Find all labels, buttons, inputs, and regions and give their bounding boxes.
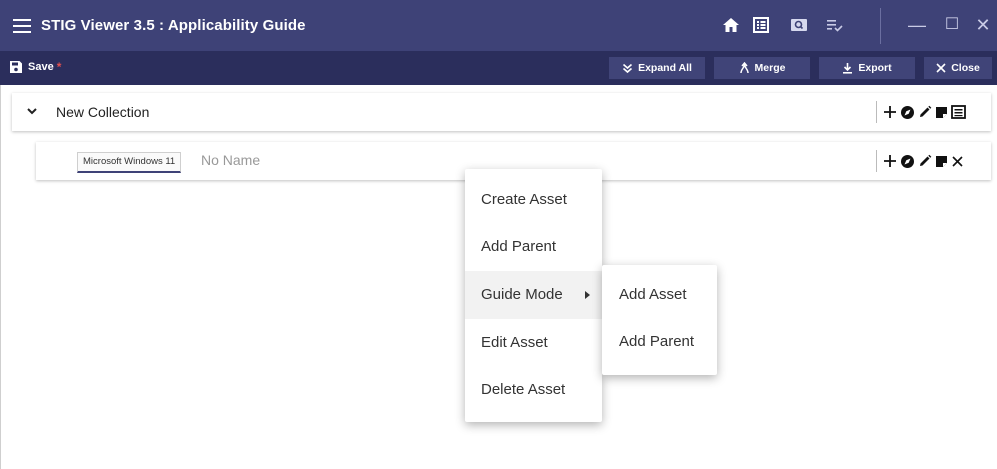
delete-x-icon[interactable] xyxy=(951,155,964,168)
collection-name: New Collection xyxy=(56,104,150,120)
close-button[interactable]: Close xyxy=(924,57,992,79)
context-menu: Create Asset Add Parent Guide Mode Edit … xyxy=(465,169,602,422)
menu-item-add-parent[interactable]: Add Parent xyxy=(465,223,602,271)
content-border xyxy=(0,85,1,469)
search-panel-icon[interactable] xyxy=(790,16,808,34)
submenu-arrow-icon xyxy=(585,291,590,299)
save-label: Save xyxy=(28,61,54,73)
sticky-note-icon[interactable] xyxy=(935,155,948,168)
minimize-button[interactable]: — xyxy=(906,14,928,36)
hamburger-menu-icon[interactable] xyxy=(13,19,31,33)
expand-all-button[interactable]: Expand All xyxy=(609,57,705,79)
sticky-note-icon[interactable] xyxy=(935,106,948,119)
window-close-button[interactable]: ✕ xyxy=(972,14,994,36)
guide-mode-submenu: Add Asset Add Parent xyxy=(602,265,717,375)
close-label: Close xyxy=(951,62,980,74)
title-separator xyxy=(880,8,881,44)
save-button[interactable]: Save * xyxy=(9,60,61,74)
toolbar: Save * Expand All Merge Export Close xyxy=(0,51,997,85)
collection-actions xyxy=(876,101,966,123)
os-chip[interactable]: Microsoft Windows 11 xyxy=(77,152,182,173)
menu-item-create-asset[interactable]: Create Asset xyxy=(465,176,602,224)
title-bar: STIG Viewer 3.5 : Applicability Guide — … xyxy=(0,0,997,51)
close-icon xyxy=(936,63,946,73)
menu-item-guide-mode[interactable]: Guide Mode xyxy=(465,271,602,319)
export-button[interactable]: Export xyxy=(819,57,915,79)
edit-pencil-icon[interactable] xyxy=(918,154,932,168)
add-icon[interactable] xyxy=(883,105,897,119)
collection-row[interactable]: New Collection xyxy=(12,93,991,131)
home-icon[interactable] xyxy=(722,16,740,34)
maximize-button[interactable]: ☐ xyxy=(941,14,963,36)
menu-item-delete-asset[interactable]: Delete Asset xyxy=(465,366,602,414)
merge-label: Merge xyxy=(754,62,786,74)
list-view-icon[interactable] xyxy=(951,105,966,119)
submenu-item-add-parent[interactable]: Add Parent xyxy=(602,319,717,365)
playlist-check-icon[interactable] xyxy=(826,16,844,34)
download-icon xyxy=(843,63,853,74)
guide-mode-label: Guide Mode xyxy=(481,286,563,303)
double-chevron-down-icon xyxy=(623,63,633,73)
add-icon[interactable] xyxy=(883,154,897,168)
unsaved-indicator: * xyxy=(56,60,62,74)
menu-item-edit-asset[interactable]: Edit Asset xyxy=(465,319,602,367)
expand-all-label: Expand All xyxy=(638,62,692,74)
edit-pencil-icon[interactable] xyxy=(918,105,932,119)
chevron-down-icon[interactable] xyxy=(26,105,38,117)
app-title: STIG Viewer 3.5 : Applicability Guide xyxy=(41,17,306,34)
asset-actions xyxy=(876,150,964,172)
merge-button[interactable]: Merge xyxy=(714,57,810,79)
submenu-item-add-asset[interactable]: Add Asset xyxy=(602,272,717,318)
checklist-icon[interactable] xyxy=(752,16,770,34)
compass-icon[interactable] xyxy=(900,154,915,169)
merge-icon xyxy=(739,62,749,74)
asset-name[interactable]: No Name xyxy=(201,152,260,168)
save-icon xyxy=(10,61,22,73)
compass-icon[interactable] xyxy=(900,105,915,120)
export-label: Export xyxy=(858,62,892,74)
